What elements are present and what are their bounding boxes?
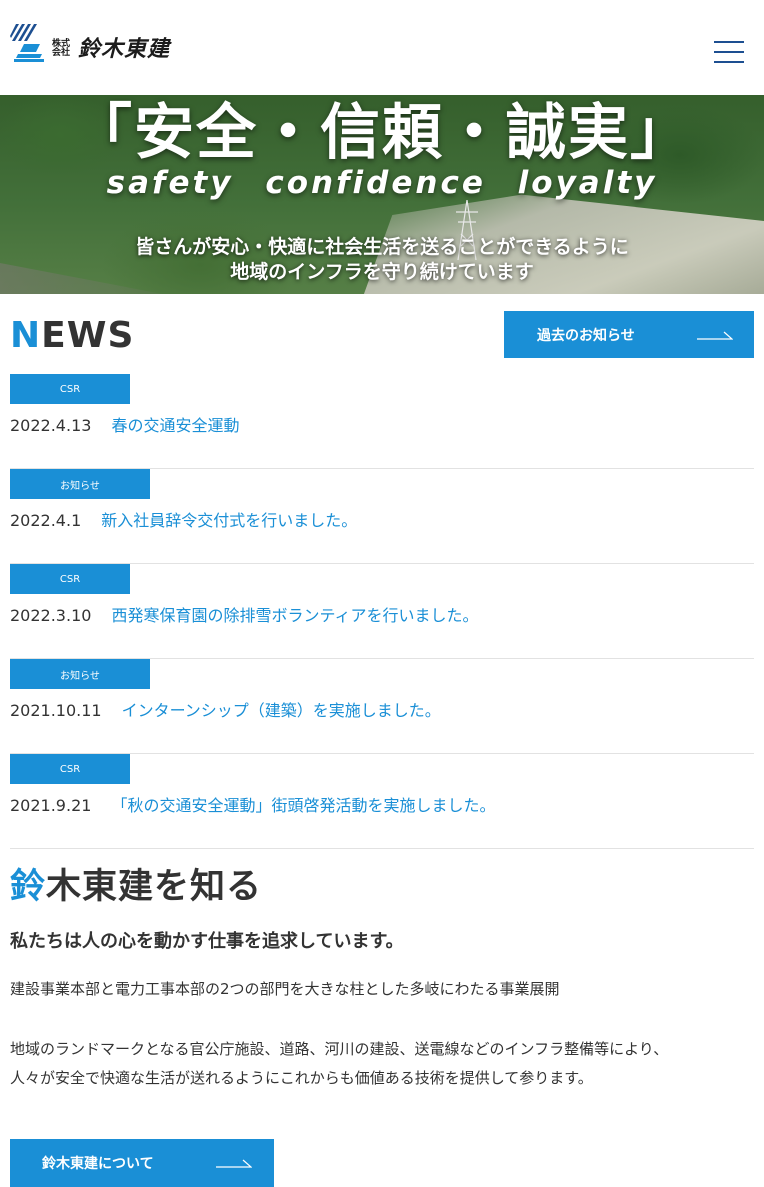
hero-subtitle-english: safety confidence loyalty <box>106 165 658 201</box>
hero-lead-text: 皆さんが安心・快適に社会生活を送ることができるように 地域のインフラを守り続けて… <box>0 235 764 285</box>
news-row: 2021.9.21 「秋の交通安全運動」街頭啓発活動を実施しました。 <box>10 796 495 816</box>
list-item: お知らせ 2021.10.11 インターンシップ（建築）を実施しました。 <box>10 659 754 754</box>
news-category-tag: お知らせ <box>10 469 150 499</box>
news-list: CSR 2022.4.13 春の交通安全運動 お知らせ 2022.4.1 新入社… <box>10 374 754 849</box>
list-item: CSR 2021.9.21 「秋の交通安全運動」街頭啓発活動を実施しました。 <box>10 754 754 849</box>
list-item: CSR 2022.3.10 西発寒保育園の除排雪ボランティアを行いました。 <box>10 564 754 659</box>
news-date: 2021.9.21 <box>10 796 92 815</box>
long-arrow-right-icon <box>216 1159 252 1168</box>
company-logo[interactable]: 株式会社 鈴木東建 <box>10 24 170 62</box>
diagonal-stripes-logo-icon <box>10 24 44 62</box>
about-paragraph-line: 地域のランドマークとなる官公庁施設、道路、河川の建設、送電線などのインフラ整備等… <box>10 1040 669 1058</box>
news-date: 2022.3.10 <box>10 606 92 625</box>
hamburger-menu-icon[interactable] <box>714 41 744 63</box>
news-category-tag: お知らせ <box>10 659 150 689</box>
logo-wordmark: 株式会社 鈴木東建 <box>52 38 170 62</box>
hero-lead-line: 皆さんが安心・快適に社会生活を送ることができるように <box>135 236 629 258</box>
hero-lead-line: 地域のインフラを守り続けています <box>230 261 534 283</box>
about-paragraph: 地域のランドマークとなる官公庁施設、道路、河川の建設、送電線などのインフラ整備等… <box>10 1035 754 1093</box>
news-date: 2021.10.11 <box>10 701 102 720</box>
news-category-tag: CSR <box>10 374 130 404</box>
news-row: 2022.3.10 西発寒保育園の除排雪ボランティアを行いました。 <box>10 606 478 626</box>
about-lead: 私たちは人の心を動かす仕事を追求しています。 <box>10 931 404 952</box>
news-title-rest: EWS <box>41 315 135 356</box>
menu-bar <box>714 51 744 53</box>
news-title-link[interactable]: 新入社員辞令交付式を行いました。 <box>101 511 357 531</box>
about-paragraph-line: 人々が安全で快適な生活が送れるようにこれからも価値ある技術を提供して参ります。 <box>10 1069 593 1087</box>
news-category-tag: CSR <box>10 754 130 784</box>
news-title-link[interactable]: 「秋の交通安全運動」街頭啓発活動を実施しました。 <box>111 796 495 816</box>
long-arrow-right-icon <box>697 331 733 340</box>
about-paragraph: 建設事業本部と電力工事本部の2つの部門を大きな柱とした多岐にわたる事業展開 <box>10 980 560 998</box>
news-title-accent: N <box>10 315 42 356</box>
site-header: 株式会社 鈴木東建 <box>0 0 764 95</box>
about-section-title: 鈴木東建を知る <box>10 866 262 908</box>
news-title-link[interactable]: 春の交通安全運動 <box>111 416 239 436</box>
hero-banner: 「安全・信頼・誠実」 safety confidence loyalty 皆さん… <box>0 95 764 294</box>
menu-bar <box>714 41 744 43</box>
news-title-link[interactable]: 西発寒保育園の除排雪ボランティアを行いました。 <box>111 606 478 626</box>
menu-bar <box>714 61 744 63</box>
logo-company-name: 鈴木東建 <box>78 37 171 62</box>
about-company-button[interactable]: 鈴木東建について <box>10 1139 274 1187</box>
news-title-link[interactable]: インターンシップ（建築）を実施しました。 <box>122 701 441 721</box>
about-title-rest: 木東建を知る <box>46 867 263 907</box>
news-category-tag: CSR <box>10 564 130 594</box>
news-row: 2022.4.13 春の交通安全運動 <box>10 416 239 436</box>
about-title-accent: 鈴 <box>10 867 47 907</box>
list-item: CSR 2022.4.13 春の交通安全運動 <box>10 374 754 469</box>
news-date: 2022.4.13 <box>10 416 92 435</box>
past-news-button[interactable]: 過去のお知らせ <box>504 311 754 358</box>
hero-title: 「安全・信頼・誠実」 <box>72 98 692 168</box>
list-item: お知らせ 2022.4.1 新入社員辞令交付式を行いました。 <box>10 469 754 564</box>
about-company-button-label: 鈴木東建について <box>42 1156 154 1172</box>
news-section-title: NEWS <box>10 316 134 356</box>
logo-kabushiki: 株式会社 <box>52 39 71 58</box>
past-news-button-label: 過去のお知らせ <box>537 327 635 344</box>
news-row: 2022.4.1 新入社員辞令交付式を行いました。 <box>10 511 357 531</box>
news-row: 2021.10.11 インターンシップ（建築）を実施しました。 <box>10 701 441 721</box>
news-date: 2022.4.1 <box>10 511 82 530</box>
